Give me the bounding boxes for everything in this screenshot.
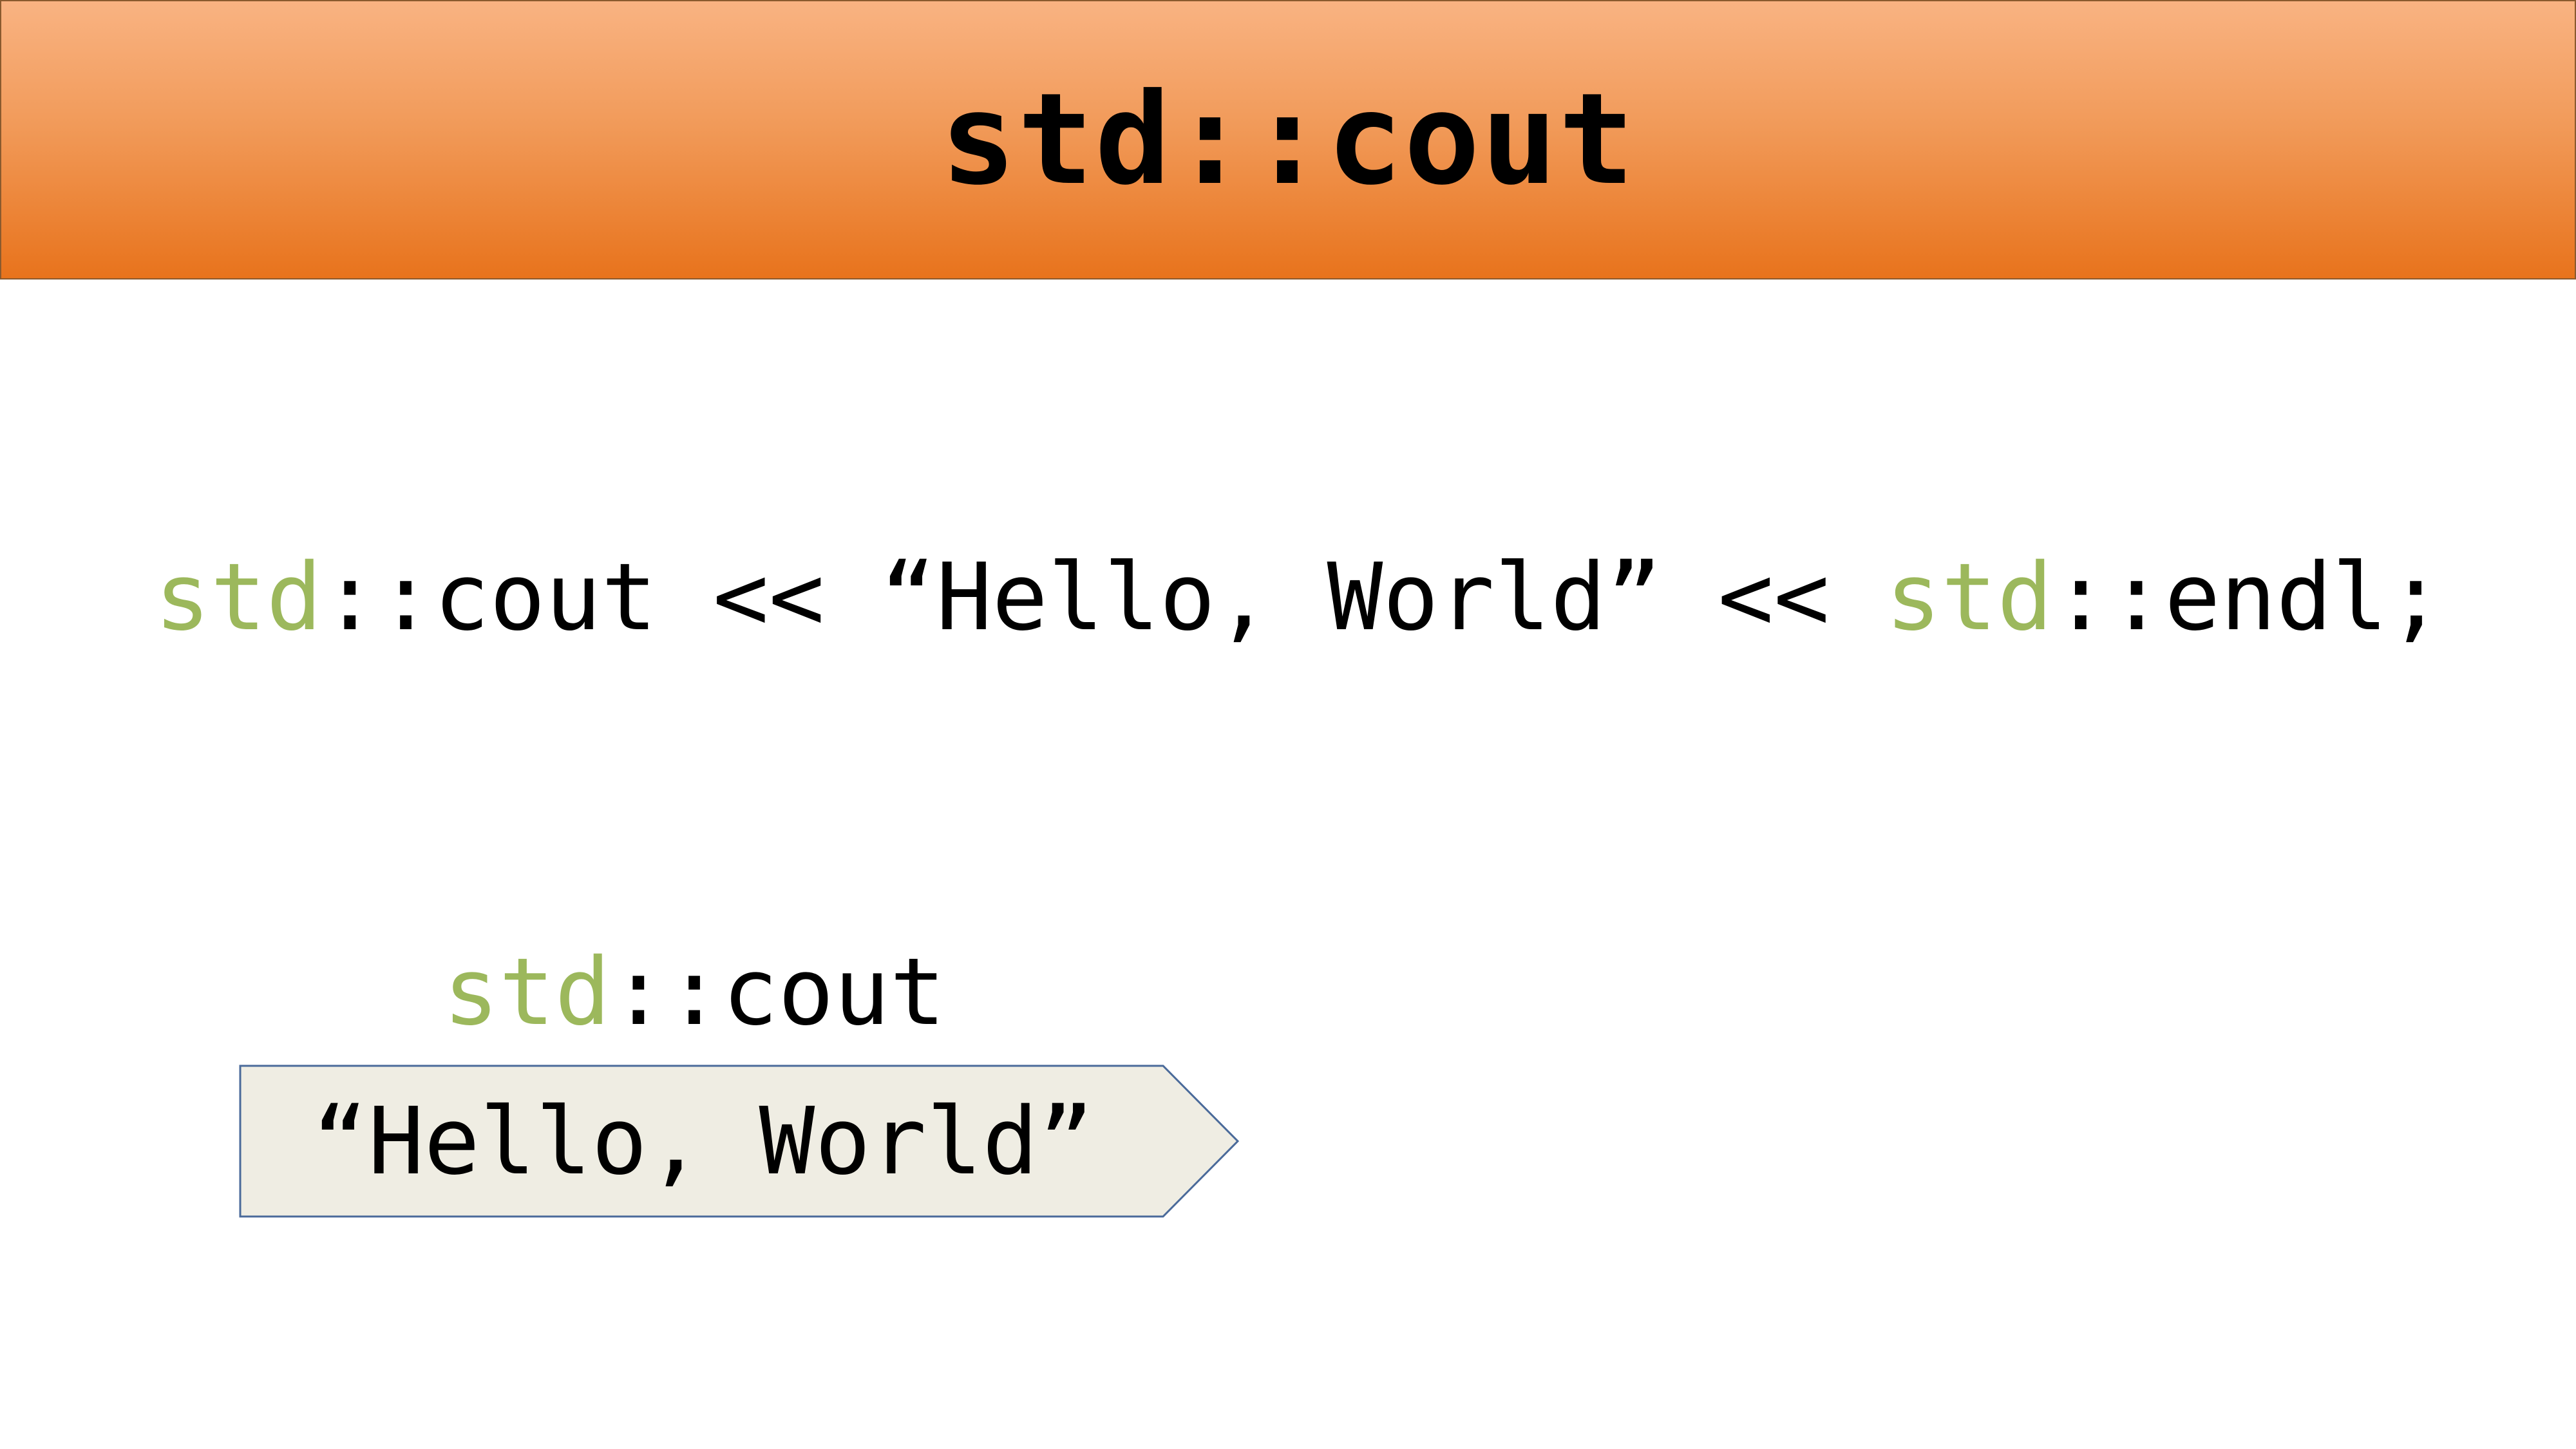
arrow-string-literal: “Hello, World” bbox=[312, 1087, 1094, 1195]
code-endl: ::endl; bbox=[2052, 543, 2444, 651]
output-arrow-shape: “Hello, World” bbox=[238, 1064, 1243, 1218]
stream-namespace: std bbox=[443, 938, 611, 1046]
code-namespace-std-2: std bbox=[1885, 543, 2053, 651]
title-banner: std::cout bbox=[0, 0, 2576, 279]
code-cout-insert: ::cout << “Hello, World” << bbox=[322, 543, 1886, 651]
stream-label: std::cout bbox=[443, 937, 945, 1046]
code-statement: std::cout << “Hello, World” << std::endl… bbox=[155, 542, 2444, 652]
code-namespace-std: std bbox=[155, 543, 323, 651]
stream-name: ::cout bbox=[611, 938, 946, 1046]
slide-title: std::cout bbox=[940, 66, 1636, 213]
